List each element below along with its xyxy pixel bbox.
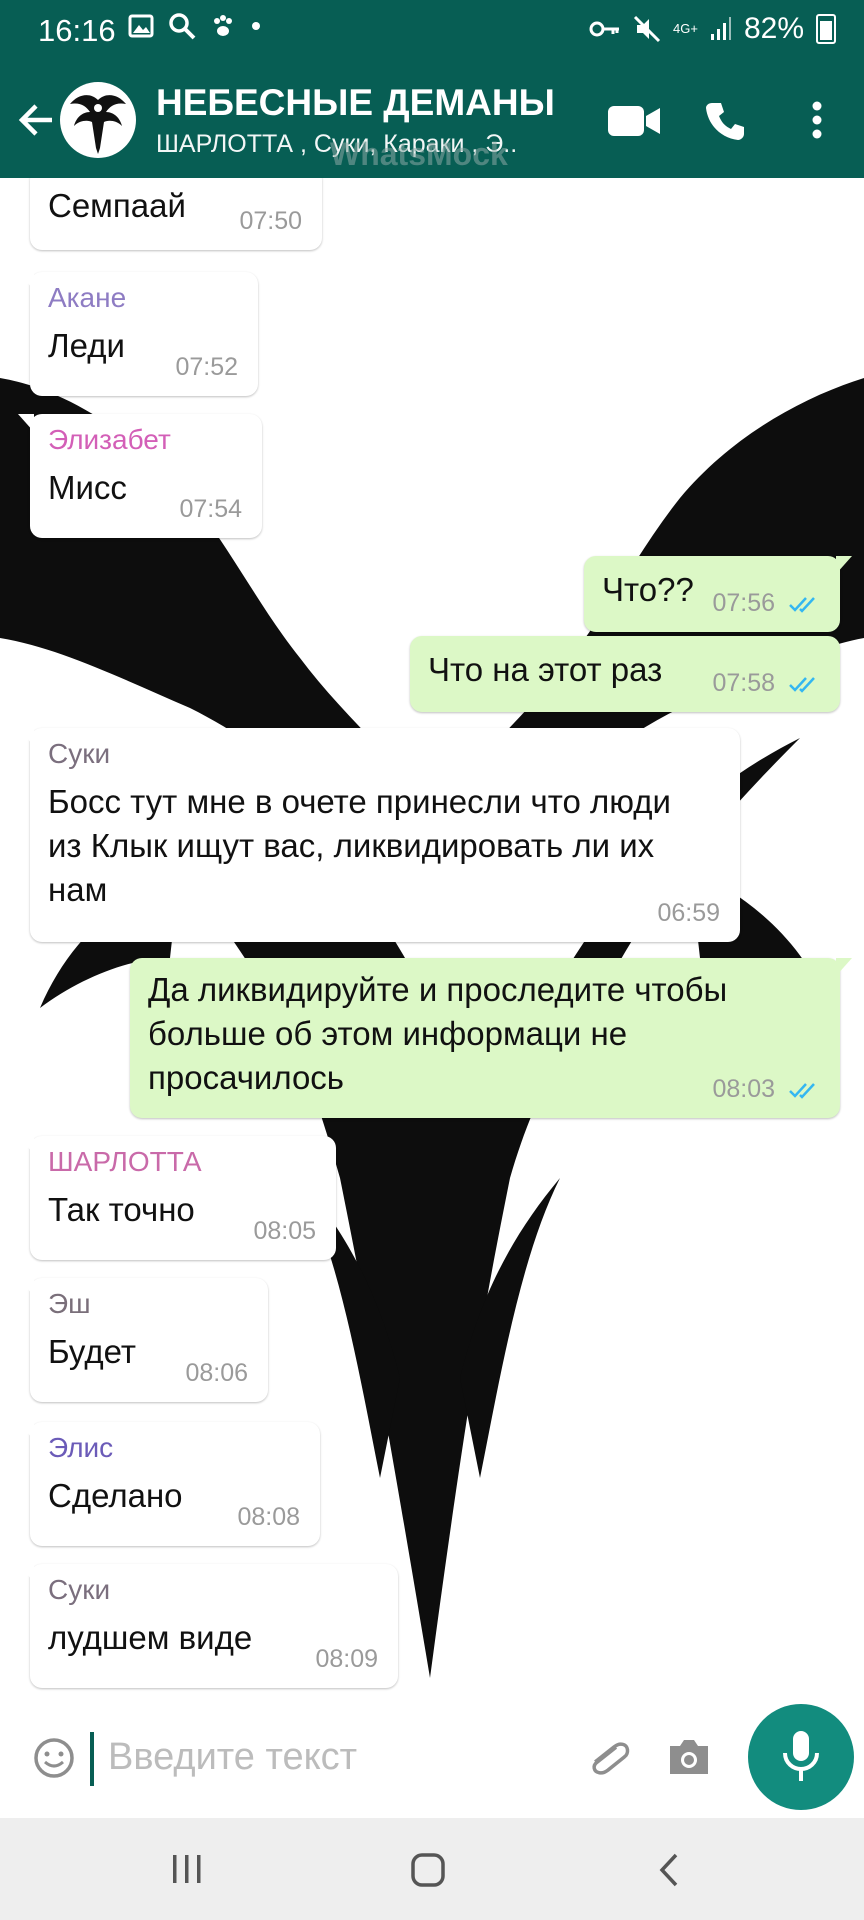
attach-icon[interactable]: [584, 1734, 632, 1782]
message-time: 08:03: [712, 1075, 776, 1103]
chat-area[interactable]: Семпаай 07:50 Акане Леди 07:52 Элизабет …: [0, 178, 864, 1708]
message-time: 07:54: [179, 495, 242, 523]
group-title[interactable]: НЕБЕСНЫЕ ДЕМАНЫ: [156, 82, 555, 124]
message-sender[interactable]: ШАРЛОТТА: [48, 1146, 318, 1178]
text-caret: [90, 1732, 94, 1786]
message-time: 08:05: [253, 1217, 316, 1245]
bubble-tail: [18, 1422, 34, 1440]
network-type: 4G+: [673, 21, 698, 36]
message-incoming[interactable]: Элис Сделано 08:08: [18, 1422, 320, 1546]
message-sender[interactable]: Суки: [48, 1574, 380, 1606]
demon-logo-icon: [70, 95, 126, 154]
message-sender[interactable]: Эш: [48, 1288, 250, 1320]
bubble-tail: [18, 728, 34, 746]
bubble-tail: [18, 1278, 34, 1296]
message-sender[interactable]: Акане: [48, 282, 240, 314]
bubble-tail: [18, 272, 34, 290]
read-ticks-icon: [789, 677, 815, 694]
voice-call-icon[interactable]: [704, 100, 746, 142]
message-time: 07:52: [175, 353, 238, 381]
recent-apps-icon[interactable]: [170, 1852, 204, 1886]
emoji-icon[interactable]: [32, 1736, 76, 1780]
paw-icon: [214, 15, 232, 36]
message-text: Босс тут мне в очете принесли что люди и…: [48, 783, 671, 908]
read-ticks-icon: [789, 597, 815, 614]
message-input[interactable]: Введите текст: [108, 1736, 357, 1779]
mic-icon: [783, 1731, 819, 1781]
group-avatar[interactable]: [60, 82, 136, 158]
status-right-icons: 4G+ 82%: [589, 12, 836, 46]
message-time: 08:06: [185, 1359, 248, 1387]
signal-icon: [710, 17, 731, 40]
mute-icon: [633, 15, 661, 43]
message-sender[interactable]: Элизабет: [48, 424, 244, 456]
mic-button[interactable]: [748, 1704, 854, 1810]
camera-icon[interactable]: [666, 1736, 712, 1778]
message-outgoing[interactable]: Что?? 07:56: [584, 556, 852, 632]
system-nav-bar: [0, 1818, 864, 1920]
watermark: WhatsMock: [330, 136, 508, 172]
message-sender[interactable]: Суки: [48, 738, 722, 770]
message-time: 07:50: [239, 207, 302, 235]
status-bar: 16:16 4G+ 82%: [0, 0, 864, 62]
video-call-icon[interactable]: [608, 104, 660, 138]
message-composer[interactable]: Введите текст: [14, 1712, 742, 1804]
message-time-wrap: 07:56: [712, 589, 820, 618]
image-icon: [128, 14, 154, 38]
message-time: 07:58: [712, 669, 776, 697]
read-ticks-icon: [789, 1083, 815, 1100]
status-time: 16:16: [38, 13, 116, 48]
message-time-wrap: 07:58: [712, 669, 820, 698]
back-arrow-icon[interactable]: [16, 100, 56, 140]
bubble-tail: [18, 1136, 34, 1154]
message-time: 06:59: [657, 899, 720, 927]
bubble-tail: [18, 414, 34, 432]
message-time: 08:09: [315, 1645, 378, 1673]
bubble-tail: [18, 1564, 34, 1582]
battery-percent: 82%: [743, 12, 804, 45]
key-icon: [589, 21, 620, 37]
message-time-wrap: 08:03: [712, 1075, 820, 1104]
message-outgoing[interactable]: Что на этот раз 07:58: [410, 636, 840, 712]
message-incoming[interactable]: Элизабет Мисс 07:54: [18, 414, 262, 538]
message-outgoing[interactable]: Да ликвидируйте и проследите чтобы больш…: [130, 958, 852, 1118]
message-incoming[interactable]: Семпаай 07:50: [30, 178, 322, 250]
message-sender[interactable]: Элис: [48, 1432, 302, 1464]
more-options-icon[interactable]: [810, 100, 824, 140]
back-icon[interactable]: [656, 1852, 682, 1888]
message-incoming[interactable]: Акане Леди 07:52: [18, 272, 258, 396]
battery-icon: [816, 14, 836, 44]
bubble-tail: [836, 556, 852, 574]
message-time: 08:08: [237, 1503, 300, 1531]
status-left-icons: [128, 12, 262, 40]
message-incoming[interactable]: Суки Босс тут мне в очете принесли что л…: [18, 728, 740, 942]
message-incoming[interactable]: Суки лудшем виде 08:09: [18, 1564, 398, 1688]
message-text: Да ликвидируйте и проследите чтобы больш…: [148, 971, 728, 1096]
dot-icon: [252, 22, 260, 30]
message-time: 07:56: [712, 589, 776, 617]
search-icon: [169, 13, 196, 40]
message-incoming[interactable]: ШАРЛОТТА Так точно 08:05: [18, 1136, 336, 1260]
message-incoming[interactable]: Эш Будет 08:06: [18, 1278, 268, 1402]
bubble-tail: [836, 958, 852, 976]
home-icon[interactable]: [410, 1852, 446, 1888]
